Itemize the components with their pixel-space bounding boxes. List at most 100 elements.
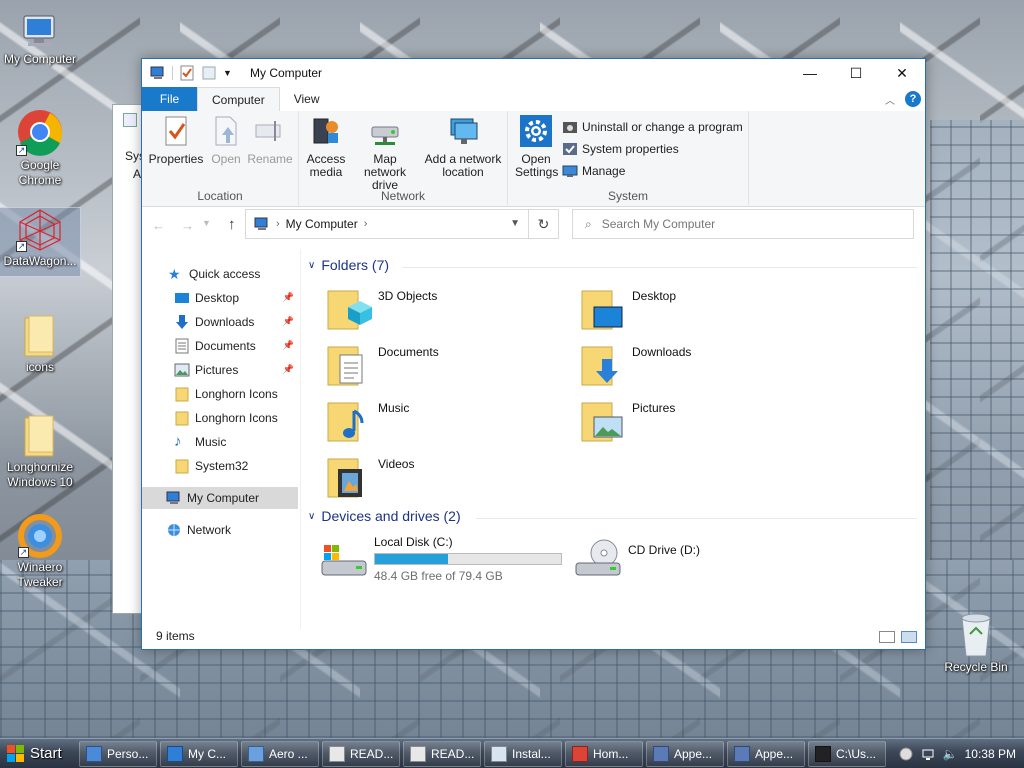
rename-button[interactable]: Rename: [246, 115, 294, 166]
manage-label: Manage: [582, 164, 626, 178]
drive-d[interactable]: CD Drive (D:): [574, 535, 824, 585]
desktop-icon: [174, 290, 190, 306]
properties-icon[interactable]: [179, 65, 195, 81]
folder-pictures[interactable]: Pictures: [580, 397, 820, 447]
network-tray-icon[interactable]: [921, 747, 935, 761]
clock[interactable]: 10:38 PM: [965, 747, 1016, 761]
address-bar[interactable]: › My Computer › ▼: [245, 209, 529, 239]
ribbon-group-network: Access media Map network drive Add a net…: [299, 111, 508, 207]
taskbar-button[interactable]: READ...: [403, 740, 481, 767]
help-button[interactable]: ?: [905, 91, 921, 107]
customize-toolbar-dropdown-icon[interactable]: ▼: [223, 65, 233, 81]
drive-d-details: CD Drive (D:): [628, 535, 700, 585]
up-arrow-icon[interactable]: ↑: [228, 216, 236, 233]
volume-icon[interactable]: 🔈: [943, 747, 958, 761]
breadcrumb-chevron-icon[interactable]: ›: [364, 218, 368, 230]
explorer-window[interactable]: ▼ My Computer — ☐ ✕ File Computer View ︿…: [141, 58, 926, 650]
folder-3d-objects[interactable]: 3D Objects: [326, 285, 566, 335]
nav-item-documents[interactable]: Documents 📌: [142, 335, 298, 357]
minimize-button[interactable]: —: [787, 59, 833, 87]
nav-item-system32[interactable]: System32: [142, 455, 298, 477]
person-icon: [86, 745, 102, 762]
forward-arrow-icon[interactable]: →: [181, 218, 194, 233]
nav-item-downloads[interactable]: Downloads 📌: [142, 311, 298, 333]
drive-c[interactable]: Local Disk (C:) 48.4 GB free of 79.4 GB: [320, 535, 570, 585]
nav-item-quick-access[interactable]: ★ Quick access: [142, 263, 298, 285]
new-folder-icon[interactable]: [201, 65, 217, 81]
title-bar[interactable]: ▼ My Computer — ☐ ✕: [142, 59, 925, 87]
maximize-button[interactable]: ☐: [833, 59, 879, 87]
drive-c-details: Local Disk (C:) 48.4 GB free of 79.4 GB: [374, 535, 562, 585]
taskbar-button[interactable]: READ...: [322, 740, 400, 767]
taskbar-button[interactable]: Aero ...: [241, 740, 319, 767]
folder-label: Downloads: [632, 345, 692, 359]
desktop-icon-google-chrome[interactable]: ↗ Google Chrome: [0, 108, 80, 188]
nav-item-music[interactable]: ♪ Music: [142, 431, 298, 453]
taskbar-button[interactable]: Instal...: [484, 740, 562, 767]
add-network-location-button[interactable]: Add a network location: [421, 115, 505, 179]
taskbar-button[interactable]: My C...: [160, 740, 238, 767]
recent-locations-chevron-icon[interactable]: ▼: [202, 218, 211, 233]
manage-button[interactable]: Manage: [562, 163, 625, 179]
nav-item-longhorn-icons[interactable]: Longhorn Icons: [142, 407, 298, 429]
access-media-button[interactable]: Access media: [303, 115, 349, 179]
rename-label: Rename: [247, 152, 293, 166]
folders-group-header[interactable]: ∨ Folders (7): [308, 257, 389, 273]
desktop-icon-label: My Computer: [3, 52, 77, 66]
folder-documents[interactable]: Documents: [326, 341, 566, 391]
taskbar-button[interactable]: C:\Us...: [808, 740, 886, 767]
chevron-down-icon: ∨: [308, 259, 316, 271]
refresh-button[interactable]: ↻: [529, 209, 559, 239]
map-network-drive-label: Map network drive: [363, 152, 407, 192]
details-view-icon[interactable]: [879, 631, 895, 643]
desktop-icon-longhornize-folder[interactable]: Longhornize Windows 10: [0, 414, 80, 490]
properties-button[interactable]: Properties: [146, 115, 206, 166]
desktop-icon-winaero-tweaker[interactable]: ↗ Winaero Tweaker: [0, 514, 80, 590]
back-arrow-icon[interactable]: ←: [152, 218, 165, 233]
computer-icon: [167, 745, 183, 762]
nav-item-longhorn-icons[interactable]: Longhorn Icons: [142, 383, 298, 405]
map-network-drive-button[interactable]: Map network drive: [349, 115, 421, 192]
desktop-icon-recycle-bin[interactable]: Recycle Bin: [936, 610, 1016, 675]
open-settings-button[interactable]: Open Settings: [512, 115, 560, 179]
devices-group-header[interactable]: ∨ Devices and drives (2): [308, 508, 461, 524]
taskbar-button[interactable]: Perso...: [79, 740, 157, 767]
breadcrumb-chevron-icon[interactable]: ›: [276, 218, 280, 230]
star-icon: ★: [168, 266, 181, 282]
folder-desktop[interactable]: Desktop: [580, 285, 820, 335]
large-icons-view-icon[interactable]: [901, 631, 917, 643]
nav-item-pictures[interactable]: Pictures 📌: [142, 359, 298, 381]
close-button[interactable]: ✕: [879, 59, 925, 87]
taskbar-button[interactable]: Appe...: [646, 740, 724, 767]
tab-computer[interactable]: Computer: [197, 87, 280, 111]
collapse-ribbon-icon[interactable]: ︿: [885, 92, 895, 107]
taskbar-button[interactable]: Hom...: [565, 740, 643, 767]
taskbar-button[interactable]: Appe...: [727, 740, 805, 767]
uninstall-program-button[interactable]: Uninstall or change a program: [562, 119, 743, 135]
properties-icon: [160, 115, 192, 147]
desktop-icon-datawagon[interactable]: ↗ DataWagon...: [0, 207, 81, 277]
folder-videos[interactable]: Videos: [326, 453, 566, 503]
start-button[interactable]: Start: [0, 740, 76, 768]
chrome-icon: ↗: [16, 108, 64, 156]
nav-item-my-computer[interactable]: My Computer: [142, 487, 298, 509]
rename-icon: [254, 115, 286, 147]
app-icon: [734, 745, 750, 762]
desktop-icon-icons-folder[interactable]: icons: [0, 314, 80, 375]
system-properties-button[interactable]: System properties: [562, 141, 679, 157]
folder-music[interactable]: Music: [326, 397, 566, 447]
tab-view[interactable]: View: [280, 87, 334, 111]
navigation-pane: ★ Quick access Desktop 📌 Downloads 📌 Doc…: [142, 259, 298, 629]
open-button[interactable]: Open: [206, 115, 246, 166]
nav-item-desktop[interactable]: Desktop 📌: [142, 287, 298, 309]
cd-drive-icon: [574, 535, 622, 583]
nav-item-network[interactable]: Network: [142, 519, 298, 541]
address-dropdown-icon[interactable]: ▼: [510, 218, 520, 229]
breadcrumb-my-computer[interactable]: My Computer: [286, 217, 358, 231]
folder-downloads[interactable]: Downloads: [580, 341, 820, 391]
desktop-icon-my-computer[interactable]: My Computer: [0, 14, 80, 67]
tray-app-icon[interactable]: [899, 747, 913, 761]
tab-file[interactable]: File: [142, 87, 197, 111]
pane-divider[interactable]: [300, 249, 301, 629]
search-box[interactable]: ⌕ Search My Computer: [572, 209, 914, 239]
